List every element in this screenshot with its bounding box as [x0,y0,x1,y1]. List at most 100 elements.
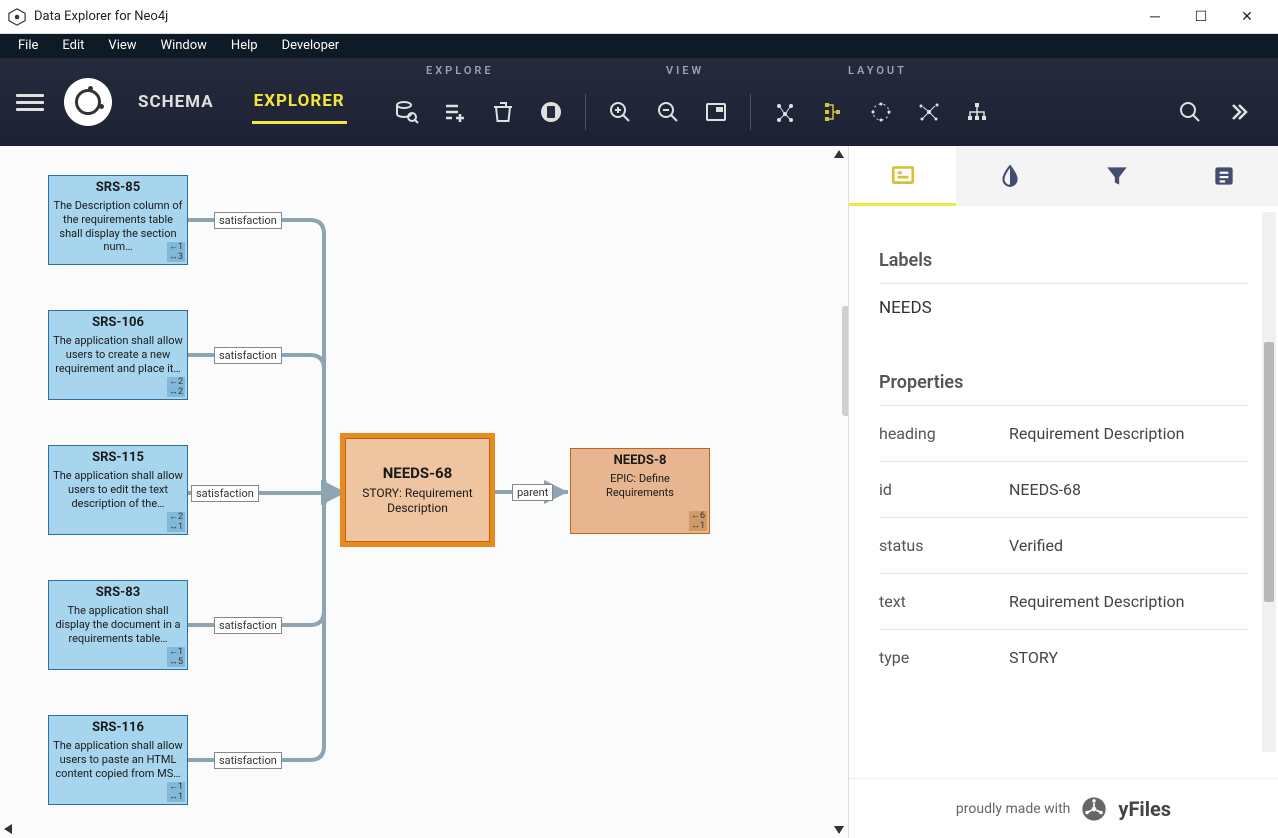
panel-body: Labels NEEDS Properties headingRequireme… [849,206,1278,778]
property-row: headingRequirement Description [879,405,1248,461]
node-badge: ↔3 [167,252,185,262]
property-key: heading [879,424,1009,443]
node-desc: The application shall display the docume… [49,602,187,649]
properties-heading: Properties [879,372,1248,393]
maximize-button[interactable]: ☐ [1178,0,1224,33]
layout-organic-icon[interactable] [767,94,803,130]
node-badge: ←2 [167,377,185,387]
zoom-out-icon[interactable] [650,94,686,130]
edge-label-satisfaction: satisfaction [214,212,282,229]
save-icon[interactable] [533,94,569,130]
scroll-up-icon[interactable] [834,150,844,158]
property-value: Requirement Description [1009,424,1248,443]
node-title: NEEDS-8 [571,449,709,470]
search-icon[interactable] [1172,94,1208,130]
divider [585,94,586,130]
graph-node-srs-85[interactable]: SRS-85The Description column of the requ… [48,175,188,265]
edge-label-satisfaction: satisfaction [214,617,282,634]
property-row: typeSTORY [879,629,1248,685]
scroll-down-icon[interactable] [834,826,844,834]
toolbar: SCHEMA EXPLORER EXPLORE VIEW LAYOUT [0,58,1278,146]
app-icon [8,8,26,26]
node-badge: ↔1 [167,792,185,802]
layout-circular-icon[interactable] [863,94,899,130]
node-badge: ↔2 [167,387,185,397]
labels-heading: Labels [879,250,1248,271]
menu-window[interactable]: Window [149,34,219,58]
fit-view-icon[interactable] [698,94,734,130]
menu-edit[interactable]: Edit [50,34,96,58]
graph-canvas[interactable]: SRS-85The Description column of the requ… [0,146,848,838]
main-area: SRS-85The Description column of the requ… [0,146,1278,838]
property-value: NEEDS-68 [1009,480,1248,499]
edge-label-satisfaction: satisfaction [214,752,282,769]
node-badge: ←1 [167,782,185,792]
graph-node-srs-106[interactable]: SRS-106The application shall allow users… [48,310,188,400]
node-title: SRS-85 [49,176,187,197]
panel-tab-log[interactable] [1171,146,1278,206]
node-desc: The application shall allow users to edi… [49,467,187,514]
property-row: textRequirement Description [879,573,1248,629]
tab-schema[interactable]: SCHEMA [136,82,216,122]
close-button[interactable]: ✕ [1224,0,1270,33]
node-badge: ↔1 [167,522,185,532]
menu-developer[interactable]: Developer [270,34,352,58]
node-title: SRS-115 [49,446,187,467]
node-title: SRS-83 [49,581,187,602]
more-icon[interactable] [1220,94,1256,130]
node-badge: ←2 [167,512,185,522]
graph-node-srs-116[interactable]: SRS-116The application shall allow users… [48,715,188,805]
footer-prefix: proudly made with [956,801,1070,817]
divider [750,94,751,130]
node-title: SRS-106 [49,311,187,332]
graph-node-needs-8[interactable]: NEEDS-8 EPIC: Define Requirements ←6 ↔1 [570,448,710,534]
node-desc: The application shall allow users to pas… [49,737,187,784]
node-badge: ←1 [167,242,185,252]
side-panel: Labels NEEDS Properties headingRequireme… [848,146,1278,838]
trash-icon[interactable] [485,94,521,130]
layout-tree-icon[interactable] [959,94,995,130]
edge-label-satisfaction: satisfaction [214,347,282,364]
edge-label-satisfaction: satisfaction [191,485,259,502]
minimize-button[interactable]: ─ [1132,0,1178,33]
node-desc: STORY: Requirement Description [346,484,489,520]
property-key: text [879,592,1009,611]
property-key: id [879,480,1009,499]
graph-node-needs-68[interactable]: NEEDS-68 STORY: Requirement Description [345,438,490,542]
logo-orb[interactable] [64,78,112,126]
panel-scrollbar[interactable] [1262,212,1276,752]
scrollbar-thumb[interactable] [1264,342,1274,602]
menu-view[interactable]: View [96,34,148,58]
node-badge: ←6 [689,511,707,521]
layout-radial-icon[interactable] [911,94,947,130]
add-list-icon[interactable] [437,94,473,130]
panel-tab-details[interactable] [849,146,956,206]
panel-tab-filter[interactable] [1064,146,1171,206]
db-search-icon[interactable] [389,94,425,130]
footer-brand: yFiles [1118,797,1171,821]
node-title: NEEDS-68 [346,460,489,484]
scroll-left-icon[interactable] [4,824,12,834]
section-label-view: VIEW [666,64,704,77]
edge-label-parent: parent [512,484,553,501]
graph-node-srs-83[interactable]: SRS-83The application shall display the … [48,580,188,670]
window-title: Data Explorer for Neo4j [34,9,1132,24]
zoom-in-icon[interactable] [602,94,638,130]
property-value: STORY [1009,648,1248,667]
panel-tabs [849,146,1278,206]
titlebar: Data Explorer for Neo4j ─ ☐ ✕ [0,0,1278,34]
menu-file[interactable]: File [6,34,50,58]
tab-explorer[interactable]: EXPLORER [252,81,347,124]
hamburger-icon[interactable] [16,88,44,116]
label-value: NEEDS [879,283,1248,332]
property-row: idNEEDS-68 [879,461,1248,517]
panel-tab-style[interactable] [956,146,1063,206]
layout-hierarchical-icon[interactable] [815,94,851,130]
node-title: SRS-116 [49,716,187,737]
graph-node-srs-115[interactable]: SRS-115The application shall allow users… [48,445,188,535]
panel-resize-handle[interactable] [842,306,848,416]
property-row: statusVerified [879,517,1248,573]
section-label-explore: EXPLORE [426,64,494,77]
section-label-layout: LAYOUT [848,64,907,77]
menu-help[interactable]: Help [219,34,270,58]
